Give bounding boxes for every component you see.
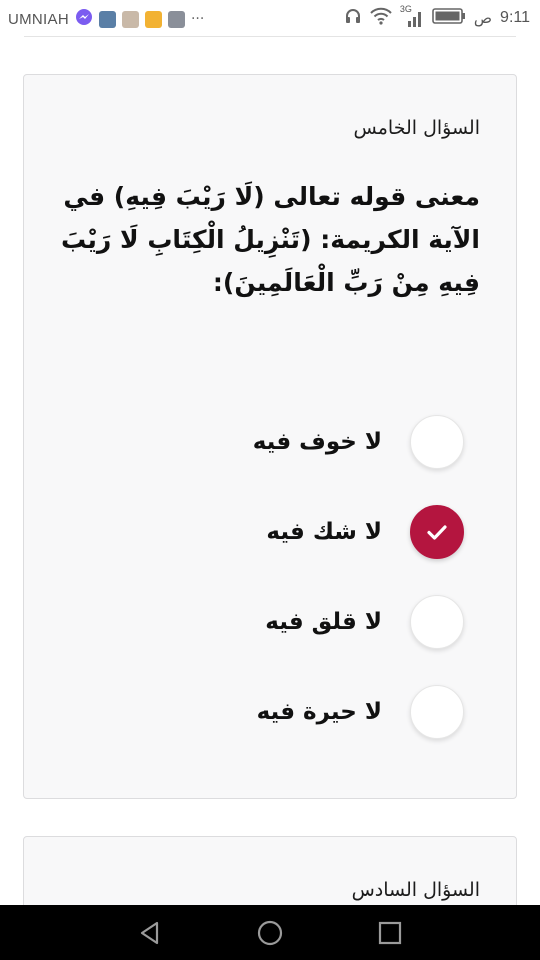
check-icon	[427, 525, 447, 540]
answer-option[interactable]: لا شك فيه	[266, 504, 464, 560]
question-number: السؤال الخامس	[353, 117, 480, 139]
answer-label: لا قلق فيه	[265, 609, 382, 635]
radio-button[interactable]	[410, 685, 464, 739]
status-bar: UMNIAH ··· 3G ص 9:11	[0, 0, 540, 34]
answer-option[interactable]: لا حيرة فيه	[257, 684, 464, 740]
navigation-bar	[0, 905, 540, 960]
question-card: السؤال السادس	[23, 836, 517, 916]
am-pm: ص	[473, 9, 493, 27]
battery-icon	[432, 8, 466, 28]
radio-button[interactable]	[410, 595, 464, 649]
photo-icon	[98, 10, 116, 28]
answer-label: لا حيرة فيه	[256, 699, 382, 725]
wifi-icon	[370, 7, 392, 29]
status-left: UMNIAH ···	[8, 8, 204, 30]
radio-button-selected[interactable]	[410, 505, 464, 559]
question-number: السؤال السادس	[351, 879, 480, 901]
divider	[24, 36, 516, 37]
carrier-name: UMNIAH	[8, 10, 69, 28]
answer-option[interactable]: لا خوف فيه	[253, 414, 464, 470]
lock-app-icon	[144, 10, 162, 28]
answer-option[interactable]: لا قلق فيه	[265, 594, 464, 650]
headset-icon	[344, 7, 362, 29]
answer-label: لا شك فيه	[266, 519, 382, 545]
question-text: معنى قوله تعالى (لَا رَيْبَ فِيهِ) في ال…	[61, 182, 480, 297]
question-card: السؤال الخامس معنى قوله تعالى (لَا رَيْب…	[23, 74, 517, 799]
avatar-icon	[121, 10, 139, 28]
signal-icon: 3G	[400, 4, 424, 28]
overflow-indicator: ···	[190, 11, 205, 27]
radio-button[interactable]	[410, 415, 464, 469]
messenger-icon	[75, 8, 93, 30]
clock: 9:11	[500, 9, 530, 26]
recents-icon[interactable]	[376, 919, 404, 947]
gallery-icon	[167, 10, 185, 28]
home-icon[interactable]	[256, 919, 284, 947]
status-right: 3G ص 9:11	[344, 4, 530, 29]
answer-label: لا خوف فيه	[252, 429, 382, 455]
back-icon[interactable]	[136, 919, 164, 947]
